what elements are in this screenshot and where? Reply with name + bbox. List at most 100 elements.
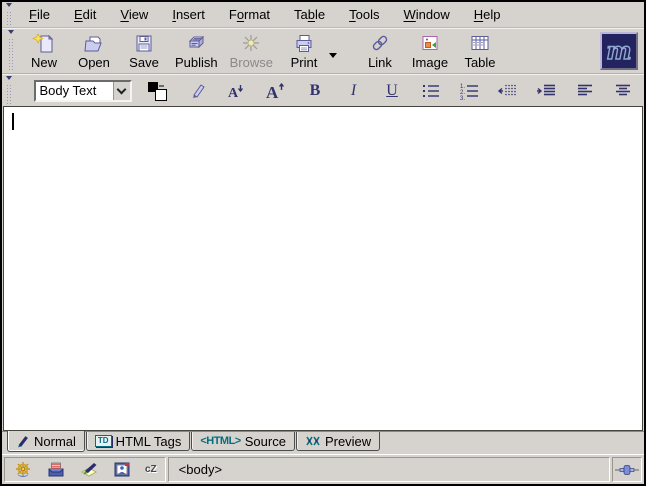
chevron-down-icon [117,84,127,94]
composer-icon[interactable] [79,461,99,478]
indent-button[interactable] [535,79,557,103]
underline-button[interactable]: U [381,79,403,103]
tab-source[interactable]: <HTML> Source [191,432,295,451]
table-button[interactable]: Table [455,32,505,71]
svg-text:A: A [266,83,279,101]
element-path-text: <body> [179,462,222,477]
paragraph-style-dropdown-button[interactable] [113,82,130,100]
browse-button[interactable]: Browse [224,32,279,71]
bold-button[interactable]: B [304,79,326,103]
grippy-dots-icon [8,38,14,72]
mozilla-logo-icon: m [606,39,631,63]
tab-preview[interactable]: Preview [296,432,380,451]
outdent-icon [497,82,519,100]
increase-font-size-button[interactable]: A [264,79,288,103]
save-button-label: Save [129,55,159,70]
tab-html-tags[interactable]: TD HTML Tags [86,432,190,451]
tab-normal[interactable]: Normal [7,431,85,452]
image-button-label: Image [412,55,448,70]
link-button[interactable]: Link [355,32,405,71]
svg-text:3.: 3. [460,96,465,100]
grippy-collapse-icon [6,76,12,83]
menubar-grippy[interactable] [4,2,14,27]
edit-mode-tabstrip: Normal TD HTML Tags <HTML> Source Previe… [2,431,644,454]
italic-button[interactable]: I [343,79,365,103]
new-button-label: New [31,55,57,70]
grippy-dots-icon [6,84,12,105]
menu-tools[interactable]: Tools [341,5,387,24]
menu-window[interactable]: Window [396,5,458,24]
composition-toolbar: New Open Save [2,28,644,74]
open-folder-icon [81,33,107,55]
background-color-swatch[interactable] [155,89,167,101]
new-button[interactable]: New [19,32,69,71]
menu-insert[interactable]: Insert [164,5,213,24]
grippy-dots-icon [6,11,12,26]
menu-file[interactable]: File [21,5,58,24]
navigator-icon[interactable] [13,461,33,478]
menu-edit[interactable]: Edit [66,5,104,24]
align-left-button[interactable] [574,79,596,103]
color-picker-dash-icon [159,85,164,87]
component-bar: cZ [4,457,166,482]
publish-icon [183,33,209,55]
bulleted-list-button[interactable] [420,79,442,103]
tab-source-label: Source [245,434,286,449]
publish-button[interactable]: Publish [169,32,224,71]
paragraph-style-value: Body Text [36,82,113,100]
align-center-button[interactable] [612,79,634,103]
save-button[interactable]: Save [119,32,169,71]
menu-help[interactable]: Help [466,5,509,24]
highlight-pen-icon [188,81,208,101]
table-icon [467,33,493,55]
html-source-icon: <HTML> [200,435,240,447]
new-page-icon [31,33,57,55]
print-button-label: Print [291,55,318,70]
indent-icon [535,82,557,100]
tab-normal-label: Normal [34,434,76,449]
open-button[interactable]: Open [69,32,119,71]
outdent-button[interactable] [497,79,519,103]
online-plug-icon [615,463,639,477]
address-book-icon[interactable] [112,461,132,478]
normal-pen-icon [16,434,30,448]
bulleted-list-icon [420,82,442,100]
link-icon [367,33,393,55]
online-status-panel[interactable] [612,457,642,482]
grippy-collapse-icon [8,30,14,37]
statusbar: cZ <body> [2,454,644,484]
mail-icon[interactable] [46,461,66,478]
image-button[interactable]: Image [405,32,455,71]
image-icon [417,33,443,55]
print-dropdown-arrow-icon[interactable] [329,53,337,62]
highlight-color-button[interactable] [187,79,209,103]
print-button[interactable]: Print [279,32,329,71]
editor-content-area[interactable] [3,106,643,431]
tab-preview-label: Preview [325,434,371,449]
element-path-panel[interactable]: <body> [168,457,610,482]
numbered-list-icon: 1.2.3. [458,82,480,100]
font-larger-icon: A [264,81,288,101]
format-toolbar: Body Text A A [2,74,644,106]
numbered-list-button[interactable]: 1.2.3. [458,79,480,103]
paragraph-style-select[interactable]: Body Text [34,80,132,102]
preview-binoculars-icon [305,435,321,447]
mozilla-logo-button[interactable]: m [600,32,638,70]
td-tag-icon: TD [95,435,112,447]
toolbar-grippy[interactable] [6,29,16,73]
menu-format[interactable]: Format [221,5,278,24]
publish-button-label: Publish [175,55,218,70]
text-color-picker[interactable] [148,81,170,101]
composer-window: File Edit View Insert Format Table Tools Window… [0,0,646,486]
chatzilla-icon[interactable]: cZ [145,464,157,475]
decrease-font-size-button[interactable]: A [225,79,247,103]
svg-text:A: A [228,86,239,101]
menu-table[interactable]: Table [286,5,333,24]
text-caret [12,113,14,130]
menu-view[interactable]: View [112,5,156,24]
font-smaller-icon: A [225,81,247,101]
browse-icon [238,33,264,55]
save-floppy-icon [131,33,157,55]
formatbar-grippy[interactable] [4,75,14,106]
open-button-label: Open [78,55,110,70]
